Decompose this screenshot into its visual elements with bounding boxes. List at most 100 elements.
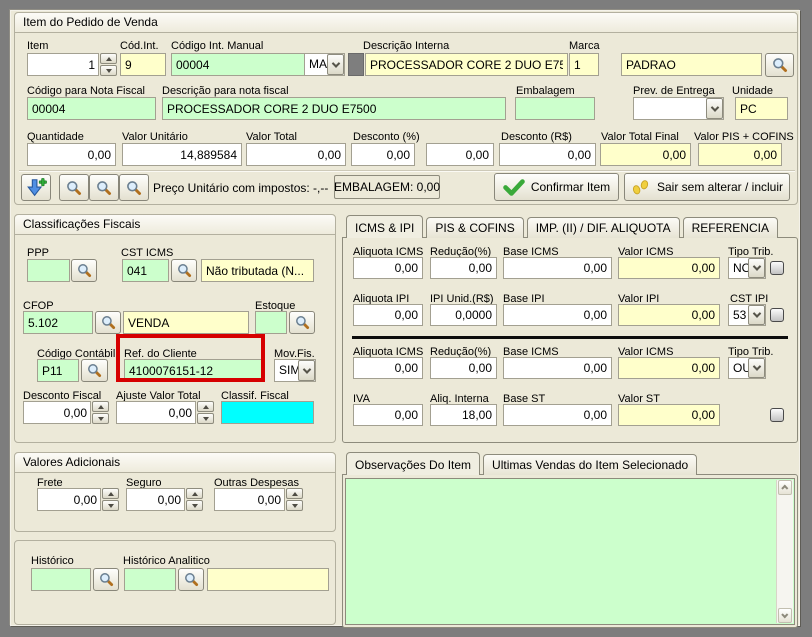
ppp-input[interactable] bbox=[27, 259, 70, 282]
ppp-search-button[interactable] bbox=[71, 259, 97, 282]
mov-fis-dropdown-button[interactable] bbox=[298, 360, 315, 381]
desconto-fiscal-spin-up-button[interactable] bbox=[92, 401, 109, 412]
seguro-input[interactable] bbox=[126, 488, 185, 511]
tab-imp-dif-aliquota[interactable]: IMP. (II) / DIF. ALIQUOTA bbox=[527, 217, 680, 238]
item-spin-down-button[interactable] bbox=[100, 65, 117, 76]
historico-input[interactable] bbox=[31, 568, 91, 591]
desc-nf-input[interactable] bbox=[162, 97, 506, 120]
icms2-base-input[interactable] bbox=[503, 357, 612, 379]
icms1-aliquota-input[interactable] bbox=[353, 257, 423, 279]
tipo-codigo-dropdown-button[interactable] bbox=[327, 54, 344, 75]
iva-input[interactable] bbox=[353, 404, 423, 426]
ajuste-valor-input[interactable] bbox=[116, 401, 196, 424]
icms2-reducao-input[interactable] bbox=[430, 357, 497, 379]
ajuste-valor-spin-up-button[interactable] bbox=[197, 401, 214, 412]
cfop-desc-input[interactable] bbox=[123, 311, 249, 334]
item-input[interactable] bbox=[27, 53, 99, 76]
seguro-spin-up-button[interactable] bbox=[186, 488, 203, 499]
mov-fis-select[interactable]: SIM bbox=[274, 359, 316, 382]
ipi-unid-input[interactable] bbox=[430, 304, 497, 326]
scrollbar-up-button[interactable] bbox=[778, 480, 792, 495]
search-button-3[interactable] bbox=[119, 174, 149, 201]
outras-spin-up-button[interactable] bbox=[286, 488, 303, 499]
valor-total-final-input[interactable] bbox=[600, 143, 691, 166]
prev-entrega-select[interactable] bbox=[633, 97, 724, 120]
estoque-search-button[interactable] bbox=[289, 311, 315, 334]
outras-spin-down-button[interactable] bbox=[286, 500, 303, 511]
frete-spin-down-button[interactable] bbox=[102, 500, 119, 511]
unidade-input[interactable] bbox=[735, 97, 788, 120]
desconto-pct-input-1[interactable] bbox=[351, 143, 415, 166]
confirmar-item-button[interactable]: Confirmar Item bbox=[494, 173, 619, 201]
seguro-spin-down-button[interactable] bbox=[186, 500, 203, 511]
ipi-aliquota-input[interactable] bbox=[353, 304, 423, 326]
ipi-cst-select[interactable]: 53 bbox=[728, 304, 766, 326]
outras-despesas-input[interactable] bbox=[214, 488, 285, 511]
prev-entrega-dropdown-button[interactable] bbox=[706, 98, 723, 119]
ajuste-valor-spin-down-button[interactable] bbox=[197, 413, 214, 424]
tab-icms-ipi[interactable]: ICMS & IPI bbox=[346, 215, 423, 238]
observacoes-textarea[interactable] bbox=[345, 478, 795, 625]
icms2-tipo-select[interactable]: OUT bbox=[728, 357, 766, 379]
valor-unitario-input[interactable] bbox=[122, 143, 242, 166]
icms2-aliquota-input[interactable] bbox=[353, 357, 423, 379]
quantidade-input[interactable] bbox=[27, 143, 116, 166]
item-spin-up-button[interactable] bbox=[100, 53, 117, 64]
icms2-valor-input[interactable] bbox=[618, 357, 720, 379]
tipo-codigo-select[interactable]: MA bbox=[304, 53, 345, 76]
cfop-search-button[interactable] bbox=[95, 311, 121, 334]
scrollbar-down-button[interactable] bbox=[778, 608, 792, 623]
add-item-button[interactable] bbox=[21, 174, 51, 201]
ipi-base-input[interactable] bbox=[503, 304, 612, 326]
cod-manual-input[interactable] bbox=[171, 53, 309, 76]
cst-icms-desc-input[interactable] bbox=[201, 259, 314, 282]
cod-nf-input[interactable] bbox=[27, 97, 156, 120]
cst-icms-input[interactable] bbox=[122, 259, 169, 282]
ipi-valor-input[interactable] bbox=[618, 304, 720, 326]
cod-contabil-search-button[interactable] bbox=[81, 359, 108, 382]
scrollbar[interactable] bbox=[776, 480, 793, 623]
marca-code-input[interactable] bbox=[569, 53, 599, 76]
icms1-reducao-input[interactable] bbox=[430, 257, 497, 279]
sair-button[interactable]: Sair sem alterar / incluir bbox=[624, 173, 790, 201]
historico-analitico-input[interactable] bbox=[124, 568, 176, 591]
historico-search-button[interactable] bbox=[93, 568, 119, 591]
search-button-2[interactable] bbox=[89, 174, 119, 201]
valor-st-input[interactable] bbox=[618, 404, 720, 426]
estoque-input[interactable] bbox=[255, 311, 287, 334]
ipi-mini-button[interactable] bbox=[770, 308, 784, 322]
marca-name-input[interactable] bbox=[621, 53, 762, 76]
classif-fiscal-input[interactable] bbox=[221, 401, 314, 424]
frete-input[interactable] bbox=[37, 488, 101, 511]
valor-pis-cofins-input[interactable] bbox=[698, 143, 782, 166]
desconto-fiscal-input[interactable] bbox=[23, 401, 91, 424]
valor-total-input[interactable] bbox=[246, 143, 346, 166]
icms1-valor-input[interactable] bbox=[618, 257, 720, 279]
marca-search-button[interactable] bbox=[765, 53, 794, 77]
desconto-pct-input-2[interactable] bbox=[426, 143, 494, 166]
search-button-1[interactable] bbox=[59, 174, 89, 201]
icms1-base-input[interactable] bbox=[503, 257, 612, 279]
icms1-tipo-select[interactable]: NO bbox=[728, 257, 766, 279]
cfop-input[interactable] bbox=[23, 311, 93, 334]
ipi-cst-dropdown-button[interactable] bbox=[748, 305, 765, 325]
st-mini-button[interactable] bbox=[770, 408, 784, 422]
icms1-tipo-dropdown-button[interactable] bbox=[748, 258, 765, 278]
icms1-mini-button[interactable] bbox=[770, 261, 784, 275]
frete-spin-up-button[interactable] bbox=[102, 488, 119, 499]
tab-ultimas-vendas[interactable]: Ultimas Vendas do Item Selecionado bbox=[483, 454, 697, 475]
tab-referencia[interactable]: REFERENCIA bbox=[683, 217, 778, 238]
cod-contabil-input[interactable] bbox=[37, 359, 79, 382]
embalagem-input[interactable] bbox=[515, 97, 595, 120]
historico-analitico-search-button[interactable] bbox=[178, 568, 204, 591]
aliq-interna-input[interactable] bbox=[430, 404, 497, 426]
icms2-tipo-dropdown-button[interactable] bbox=[748, 358, 765, 378]
base-st-input[interactable] bbox=[503, 404, 612, 426]
desconto-fiscal-spin-down-button[interactable] bbox=[92, 413, 109, 424]
cst-icms-search-button[interactable] bbox=[171, 259, 197, 282]
desconto-rs-input[interactable] bbox=[499, 143, 596, 166]
tab-pis-cofins[interactable]: PIS & COFINS bbox=[426, 217, 523, 238]
cod-int-input[interactable] bbox=[120, 53, 166, 76]
desc-interna-input[interactable] bbox=[365, 53, 568, 76]
historico-analitico-desc-input[interactable] bbox=[207, 568, 329, 591]
